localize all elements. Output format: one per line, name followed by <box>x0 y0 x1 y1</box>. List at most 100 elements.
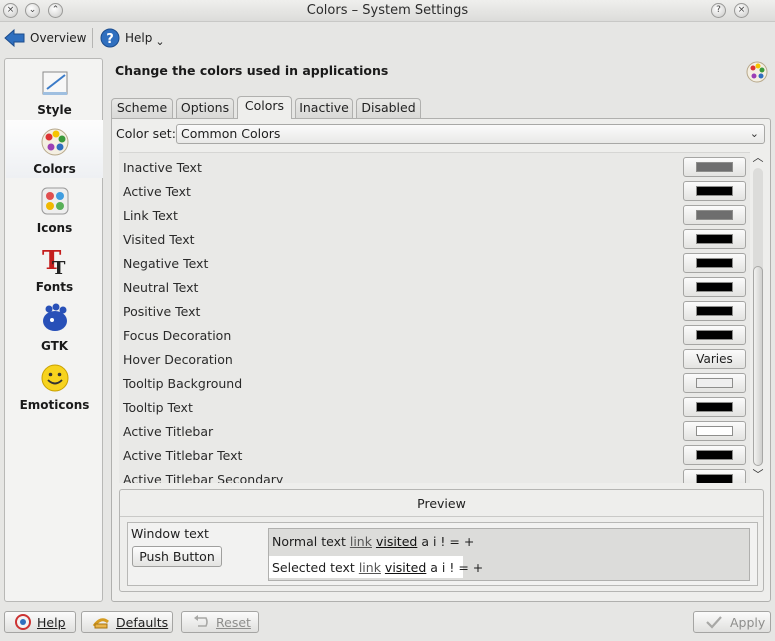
sidebar-item-label: GTK <box>40 339 69 353</box>
color-swatch <box>696 402 733 412</box>
color-button[interactable] <box>683 205 746 225</box>
preview-divider <box>120 516 763 517</box>
color-button[interactable] <box>683 181 746 201</box>
color-swatch <box>696 330 733 340</box>
color-swatch <box>696 450 733 460</box>
color-row: Negative Text <box>119 250 750 274</box>
sidebar-item-label: Style <box>37 103 72 117</box>
color-row: Active Text <box>119 178 750 202</box>
help-label: Help <box>125 31 153 45</box>
tab-disabled[interactable]: Disabled <box>356 98 421 118</box>
color-button[interactable]: Varies <box>683 349 746 369</box>
sidebar-item-style[interactable]: Style <box>6 61 103 119</box>
color-role-label: Hover Decoration <box>123 352 233 367</box>
chevron-down-icon: ⌄ <box>749 127 759 140</box>
color-set-select[interactable]: Common Colors ⌄ <box>176 124 765 144</box>
overview-button[interactable]: Overview <box>4 26 87 50</box>
svg-text:T: T <box>52 258 66 276</box>
reset-button[interactable]: Reset <box>181 611 259 633</box>
color-list-scrollbar[interactable]: ︿ ﹀ <box>751 152 765 483</box>
color-button[interactable] <box>683 277 746 297</box>
help-button-label: Help <box>37 614 66 630</box>
sidebar-item-colors[interactable]: Colors <box>6 120 103 178</box>
scroll-track[interactable] <box>753 168 763 466</box>
color-row: Tooltip Background <box>119 370 750 394</box>
color-button[interactable] <box>683 253 746 273</box>
color-row: Active Titlebar Secondary <box>119 466 750 483</box>
color-role-label: Tooltip Background <box>123 376 243 391</box>
sidebar-item-icons[interactable]: Icons <box>6 179 103 237</box>
scroll-thumb[interactable] <box>753 266 763 466</box>
color-button-text: Varies <box>696 352 733 366</box>
color-row: Focus Decoration <box>119 322 750 346</box>
color-row: Active Titlebar Text <box>119 442 750 466</box>
tab-label: Disabled <box>361 100 416 115</box>
color-button[interactable] <box>683 397 746 417</box>
scroll-down-icon[interactable]: ﹀ <box>751 469 765 481</box>
color-row: Tooltip Text <box>119 394 750 418</box>
color-role-label: Active Titlebar <box>123 424 214 439</box>
color-button[interactable] <box>683 301 746 321</box>
svg-text:?: ? <box>106 32 114 47</box>
tab-scheme[interactable]: Scheme <box>111 98 173 118</box>
color-row: Neutral Text <box>119 274 750 298</box>
color-button[interactable] <box>683 445 746 465</box>
help-icon: ? <box>100 28 120 48</box>
tab-label: Colors <box>244 98 285 113</box>
defaults-icon <box>92 618 109 629</box>
preview-normal-line: Normal text link visited a i ! = + <box>272 534 474 549</box>
tab-colors[interactable]: Colors <box>237 96 292 119</box>
colors-module-icon <box>746 61 768 83</box>
help-button[interactable]: Help <box>4 611 76 633</box>
preview-push-button[interactable]: Push Button <box>132 546 222 567</box>
tab-inactive[interactable]: Inactive <box>295 98 353 118</box>
preview-window-text: Window text <box>131 526 209 541</box>
overview-label: Overview <box>30 31 87 45</box>
defaults-button[interactable]: Defaults <box>81 611 173 633</box>
sidebar-item-label: Emoticons <box>19 398 90 412</box>
sidebar-item-gtk[interactable]: GTK <box>6 297 103 355</box>
color-set-label: Color set: <box>116 126 176 141</box>
color-button[interactable] <box>683 373 746 393</box>
close-button[interactable]: × <box>734 3 749 18</box>
style-icon <box>42 71 68 95</box>
color-role-label: Tooltip Text <box>123 400 193 415</box>
apply-button[interactable]: Apply <box>693 611 771 633</box>
color-role-label: Focus Decoration <box>123 328 232 343</box>
color-role-label: Neutral Text <box>123 280 199 295</box>
icons-icon <box>41 187 69 215</box>
color-role-label: Active Titlebar Secondary <box>123 472 284 483</box>
color-swatch <box>696 234 733 244</box>
whats-this-button[interactable]: ? <box>711 3 726 18</box>
color-row: Link Text <box>119 202 750 226</box>
preview-selected-link: link <box>358 560 381 575</box>
page-title: Change the colors used in applications <box>115 63 389 78</box>
color-button[interactable] <box>683 157 746 177</box>
gtk-icon <box>43 303 67 331</box>
color-swatch <box>696 426 733 436</box>
sidebar-item-emoticons[interactable]: Emoticons <box>6 356 103 414</box>
selected-rest: a i ! = + <box>430 560 484 575</box>
color-swatch <box>696 162 733 172</box>
tab-options[interactable]: Options <box>176 98 234 118</box>
color-swatch <box>696 186 733 196</box>
color-swatch <box>696 474 733 483</box>
selected-text: Selected text <box>272 560 355 575</box>
window-title: Colors – System Settings <box>306 3 469 18</box>
color-swatch <box>696 306 733 316</box>
color-role-label: Active Text <box>123 184 191 199</box>
color-button[interactable] <box>683 469 746 483</box>
close-icon: × <box>737 5 746 15</box>
preview-selected-visited: visited <box>384 560 427 575</box>
color-swatch <box>696 378 733 388</box>
color-button[interactable] <box>683 229 746 249</box>
color-button[interactable] <box>683 421 746 441</box>
help-menu-button[interactable]: ? Help ⌄ <box>100 26 165 50</box>
sidebar: Style Colors Icons T T Fonts GTK Emotico… <box>4 58 103 602</box>
color-role-label: Link Text <box>123 208 178 223</box>
sidebar-item-fonts[interactable]: T T Fonts <box>6 238 103 296</box>
color-button[interactable] <box>683 325 746 345</box>
color-role-label: Positive Text <box>123 304 201 319</box>
scroll-up-icon[interactable]: ︿ <box>751 152 765 164</box>
preview-selected-line: Selected text link visited a i ! = + <box>272 560 483 575</box>
